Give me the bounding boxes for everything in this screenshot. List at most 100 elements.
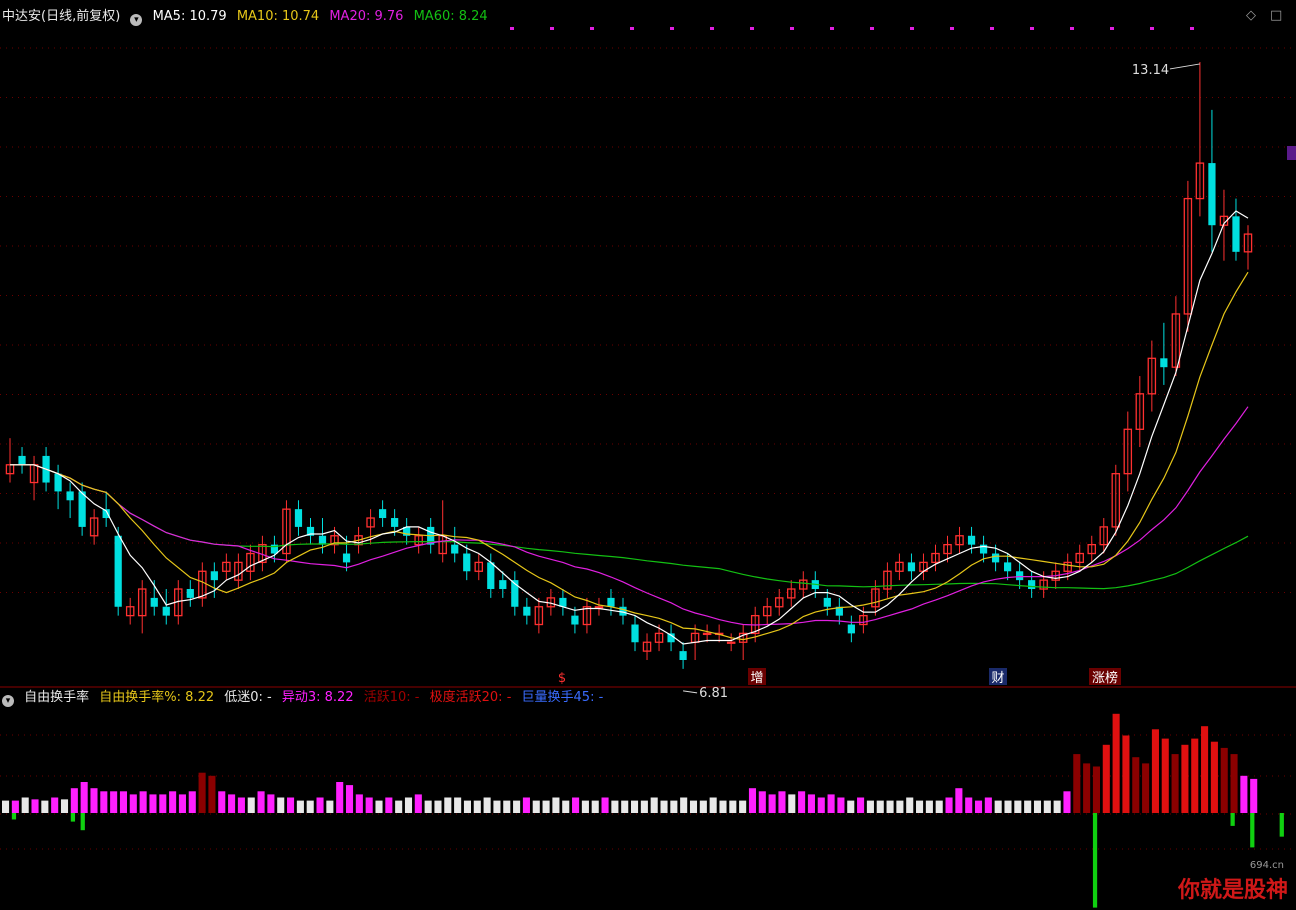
turnover-bar [31,799,39,813]
top-marker [710,27,714,30]
turnover-bar [119,791,128,813]
turnover-bar [611,800,619,813]
ma10-label: MA10: 10.74 [236,9,320,24]
turnover-bar [267,794,275,813]
turnover-bar [424,800,432,813]
candle-down [318,535,327,545]
candle-down [487,562,495,590]
turnover-bar [1132,757,1140,813]
turnover-bar [493,800,501,813]
rate-label: 自由换手率%: 8.22 [99,690,215,705]
turnover-bar [994,800,1002,813]
ma5-label: MA5: 10.79 [152,9,227,24]
turnover-bar [454,797,462,813]
turnover-bar [748,788,757,813]
candle-down [54,473,62,492]
turnover-bar [1151,729,1159,813]
candle-down [186,589,194,598]
indicator-header: ▾ 自由换手率 自由换手率%: 8.22 低迷0: - 异动3: 8.22 活跃… [2,688,609,708]
top-marker [950,27,954,30]
turnover-bar [680,797,688,813]
turnover-bar [935,800,943,813]
candle-down [1028,580,1036,590]
top-marker [1070,27,1074,30]
top-marker [790,27,794,30]
turnover-bar [739,800,747,813]
diamond-icon[interactable]: ◇ [1246,8,1256,23]
window-icon[interactable]: □ [1270,8,1282,23]
candle-down [991,553,1000,563]
turnover-bar [1073,754,1081,813]
candle-down [967,535,976,545]
turnover-bar [316,797,324,813]
turnover-bar [758,791,766,813]
turnover-bar [670,800,678,813]
turnover-bar [709,797,717,813]
turnover-bar [955,788,963,813]
turnover-negative-bar [80,813,85,831]
top-marker [1110,27,1114,30]
turnover-bar [1112,713,1120,813]
turnover-bar [1014,800,1022,813]
turnover-bar [552,797,560,813]
turnover-negative-bar [11,813,17,820]
turnover-bar [788,794,796,813]
candle-down [391,518,399,527]
turnover-bar [660,800,668,813]
candle-down [114,535,122,607]
candle-down [451,544,459,554]
event-tag: $ [558,671,566,686]
top-marker [510,27,514,30]
turnover-bar [1102,744,1110,813]
candle-down [294,509,303,527]
turnover-bar [395,800,403,813]
turnover-bar [345,785,354,813]
indicator-name[interactable]: 自由换手率 [24,690,89,705]
top-marker [670,27,674,30]
watermark: 694.cn 你就是股神 [1178,860,1288,904]
turnover-bar [90,788,98,813]
top-marker [550,27,554,30]
turnover-bar [1043,800,1051,813]
turnover-bar [473,800,481,813]
turnover-bar [218,791,226,813]
indicator-settings-icon[interactable]: ▾ [2,695,14,707]
turnover-bar [916,800,924,813]
ma20-label: MA20: 9.76 [329,9,404,24]
turnover-bar [896,800,904,813]
turnover-bar [768,794,776,813]
turnover-bar [729,800,737,813]
candle-down [607,597,615,607]
candle-down [1208,163,1216,226]
candle-down [523,606,531,616]
turnover-bar [257,791,265,813]
turnover-bar [807,794,815,813]
top-marker [1030,27,1034,30]
stock-title[interactable]: 中达安(日线,前复权) [2,9,120,24]
turnover-bar [247,797,255,813]
top-marker [1150,27,1154,30]
turnover-bar [542,800,550,813]
turnover-bar [80,782,88,813]
turnover-bar [847,800,855,813]
turnover-bar [866,800,874,813]
candle-down [679,651,687,660]
candle-down [1004,562,1012,572]
high-price-label: 13.14 [1132,63,1169,78]
turnover-bar [699,800,707,813]
low-label: 低迷0: - [224,690,272,705]
turnover-bar [522,797,530,813]
turnover-bar [581,800,589,813]
settings-icon[interactable]: ▾ [130,14,143,26]
turnover-bar [503,800,511,813]
candle-down [210,571,218,581]
active-label: 活跃10: - [363,690,420,705]
candle-down [18,455,26,465]
turnover-bar [355,794,363,813]
turnover-bar [188,791,196,813]
top-marker [830,27,834,30]
candle-down [847,624,855,634]
candle-down [342,553,351,563]
turnover-bar [1220,747,1228,813]
turnover-negative-bar [1230,813,1235,826]
